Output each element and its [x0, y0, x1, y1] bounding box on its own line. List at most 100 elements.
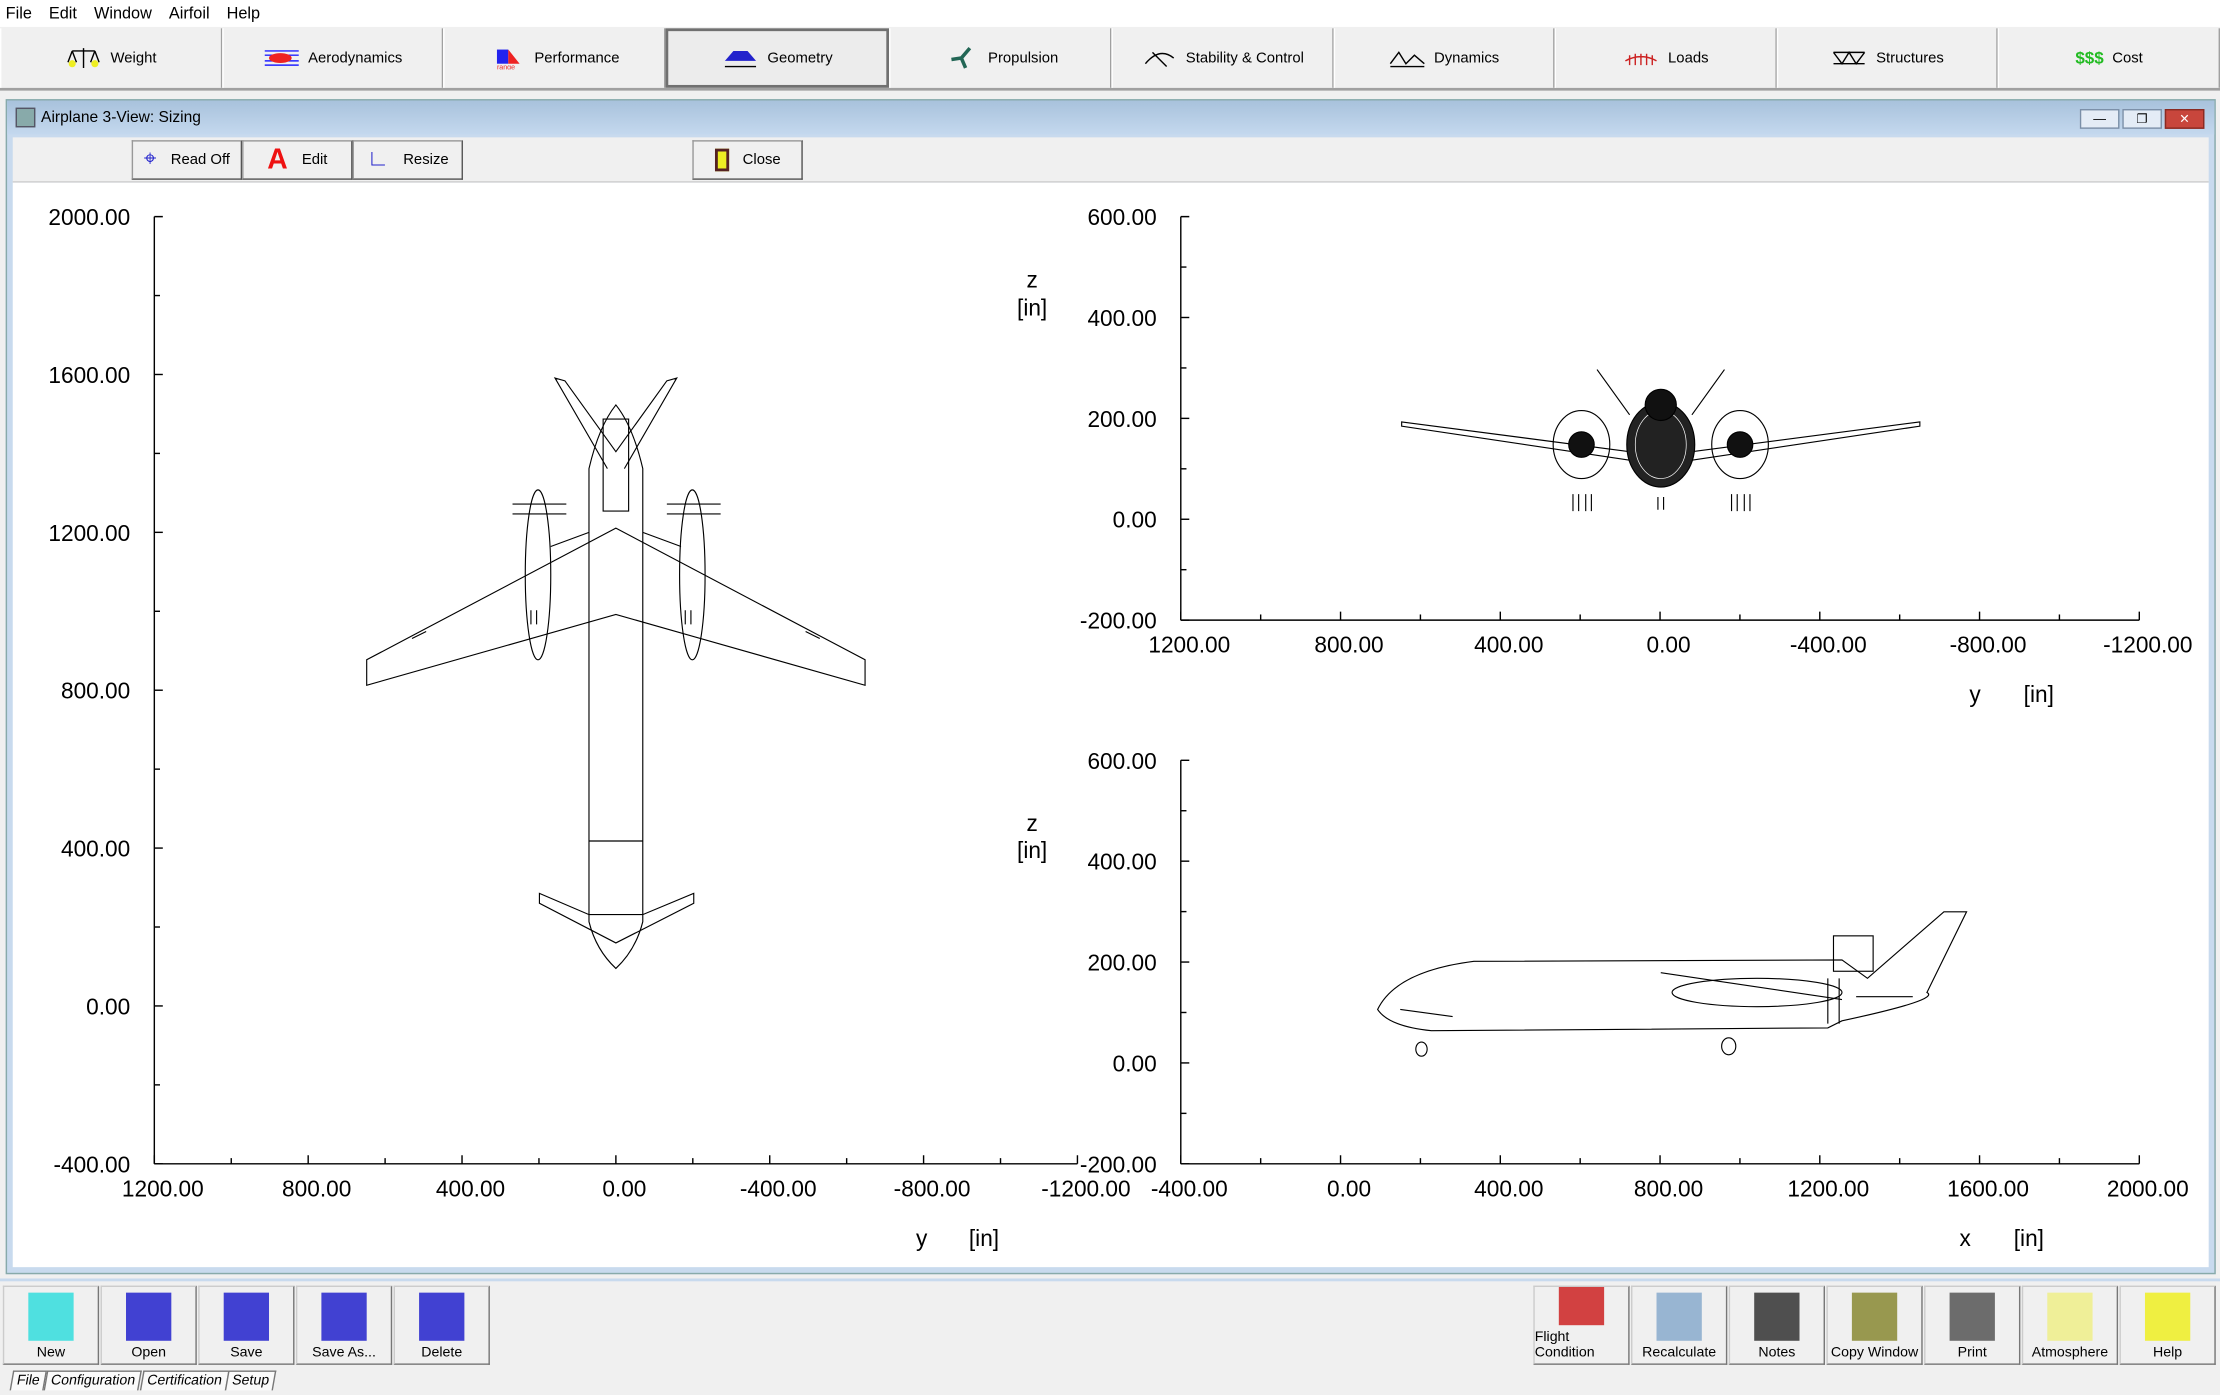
side-x-tick-label: 2000.00: [2107, 1175, 2189, 1201]
tool-stability-control[interactable]: Stability & Control: [1111, 28, 1334, 88]
new-label: New: [36, 1345, 66, 1361]
open-button[interactable]: Open: [100, 1285, 197, 1365]
tool-label: Structures: [1876, 49, 1944, 67]
front-x-tick-label: 800.00: [1314, 632, 1383, 658]
front-view-airplane: [1401, 369, 1921, 512]
flight-condition-icon: [1558, 1286, 1605, 1326]
tool-label: Stability & Control: [1185, 49, 1304, 67]
front-y-tick-label: 600.00: [1087, 204, 1156, 230]
side-x-tick-label: 800.00: [1634, 1175, 1703, 1201]
copy-window-button[interactable]: Copy Window: [1826, 1285, 1923, 1365]
airplane-window-icon: [15, 107, 36, 128]
delete-button[interactable]: Delete: [393, 1285, 490, 1365]
new-button[interactable]: New: [2, 1285, 100, 1365]
tool-loads[interactable]: Loads: [1554, 28, 1777, 88]
bottom-toolbar: New Open Save Save As... Delete Flight Condit…: [0, 1278, 2220, 1395]
atmosphere-button[interactable]: Atmosphere: [2021, 1285, 2119, 1365]
cost-icon: $$$: [2075, 48, 2104, 68]
tool-label: Propulsion: [988, 49, 1059, 67]
recalculate-icon: [1656, 1292, 1702, 1341]
tool-label: Dynamics: [1433, 49, 1500, 67]
side-view-ylabel: z: [1026, 810, 1037, 836]
side-x-tick-label: 1600.00: [1947, 1175, 2029, 1201]
front-x-tick-label: 400.00: [1474, 632, 1543, 658]
open-label: Open: [131, 1345, 166, 1361]
tool-label: Aerodynamics: [308, 49, 403, 67]
tab-configuration[interactable]: Configuration: [43, 1370, 143, 1391]
side-y-tick-label: 200.00: [1087, 950, 1156, 976]
side-view-yunit: [in]: [1017, 837, 1047, 863]
save-label: Save: [230, 1345, 263, 1361]
top-y-tick-label: -400.00: [53, 1151, 130, 1177]
read-off-button[interactable]: ⌖ Read Off: [131, 140, 243, 180]
bottom-tabs: File Configuration Certification Setup: [9, 1370, 278, 1391]
tool-cost[interactable]: $$$ Cost: [1998, 28, 2220, 88]
edit-label: Edit: [301, 151, 328, 169]
notes-button[interactable]: Notes: [1728, 1285, 1825, 1365]
side-x-tick-label: -400.00: [1151, 1175, 1228, 1201]
tab-certification[interactable]: Certification: [139, 1370, 229, 1391]
minimize-button[interactable]: —: [2079, 109, 2120, 129]
menu-window[interactable]: Window: [94, 5, 152, 22]
dynamics-icon: [1389, 51, 1425, 68]
tool-label: Loads: [1668, 49, 1709, 67]
menu-bar: File Edit Window Airfoil Help: [0, 0, 2220, 27]
tool-structures[interactable]: Structures: [1776, 28, 1999, 88]
menu-airfoil[interactable]: Airfoil: [169, 5, 210, 22]
tool-aerodynamics[interactable]: Aerodynamics: [221, 28, 444, 88]
front-y-tick-label: 400.00: [1087, 305, 1156, 331]
flight-condition-label: Flight Condition: [1534, 1329, 1595, 1361]
recalculate-button[interactable]: Recalculate: [1631, 1285, 1728, 1365]
top-x-tick-label: 0.00: [602, 1175, 646, 1201]
top-y-tick-label: 1600.00: [48, 362, 130, 388]
side-x-tick-label: 400.00: [1474, 1175, 1543, 1201]
window-title-bar[interactable]: Airplane 3-View: Sizing — ❐ ✕: [7, 100, 2215, 135]
side-y-tick-label: 0.00: [1113, 1050, 1157, 1076]
save-icon: [223, 1292, 270, 1341]
menu-help[interactable]: Help: [227, 5, 260, 22]
tool-weight[interactable]: Weight: [0, 28, 222, 88]
atmosphere-label: Atmosphere: [2031, 1345, 2109, 1361]
front-y-tick-label: -200.00: [1080, 608, 1157, 634]
close-button[interactable]: Close: [692, 140, 803, 180]
tool-performance[interactable]: range Performance: [443, 28, 666, 88]
wing-geometry-icon: [724, 50, 757, 68]
tool-propulsion[interactable]: Propulsion: [889, 28, 1112, 88]
front-x-tick-label: -400.00: [1790, 632, 1867, 658]
menu-file[interactable]: File: [6, 5, 32, 22]
resize-button[interactable]: ∟ Resize: [352, 140, 463, 180]
tool-dynamics[interactable]: Dynamics: [1333, 28, 1555, 88]
notes-icon: [1754, 1292, 1800, 1341]
save-as-label: Save As...: [312, 1345, 376, 1361]
plot-area: 1200.00 800.00 400.00 0.00 -400.00 -800.00 -12…: [12, 182, 2209, 1268]
save-button[interactable]: Save: [198, 1285, 295, 1365]
front-view-xlabel: y: [1969, 681, 1981, 707]
menu-edit[interactable]: Edit: [49, 5, 77, 22]
svg-text:range: range: [498, 64, 516, 69]
tool-label: Geometry: [767, 49, 833, 67]
tab-setup[interactable]: Setup: [225, 1370, 278, 1391]
propeller-icon: [950, 46, 971, 69]
restore-button[interactable]: ❐: [2122, 109, 2162, 129]
tool-geometry[interactable]: Geometry: [665, 28, 890, 88]
front-x-tick-label: -800.00: [1950, 632, 2027, 658]
print-label: Print: [1957, 1345, 1987, 1361]
help-button[interactable]: Help: [2119, 1285, 2216, 1365]
loads-icon: [1625, 53, 1658, 66]
print-button[interactable]: Print: [1924, 1285, 2021, 1365]
side-view-xunit: [in]: [2014, 1225, 2044, 1251]
resize-label: Resize: [403, 151, 449, 169]
front-x-tick-label: -1200.00: [2103, 632, 2192, 658]
side-view-xlabel: x: [1959, 1225, 1971, 1251]
top-x-tick-label: -400.00: [740, 1175, 817, 1201]
resize-axes-icon: ∟: [366, 147, 390, 172]
tool-label: Cost: [2112, 49, 2143, 67]
tab-file[interactable]: File: [9, 1370, 48, 1391]
side-y-tick-label: -200.00: [1080, 1151, 1157, 1177]
close-window-button[interactable]: ✕: [2164, 109, 2205, 129]
flight-condition-button[interactable]: Flight Condition: [1533, 1285, 1630, 1365]
edit-button[interactable]: A Edit: [242, 140, 353, 180]
save-as-button[interactable]: Save As...: [295, 1285, 393, 1365]
tool-label: Performance: [534, 49, 620, 67]
three-view-plots: 1200.00 800.00 400.00 0.00 -400.00 -800.00 -12…: [48, 204, 2192, 1251]
